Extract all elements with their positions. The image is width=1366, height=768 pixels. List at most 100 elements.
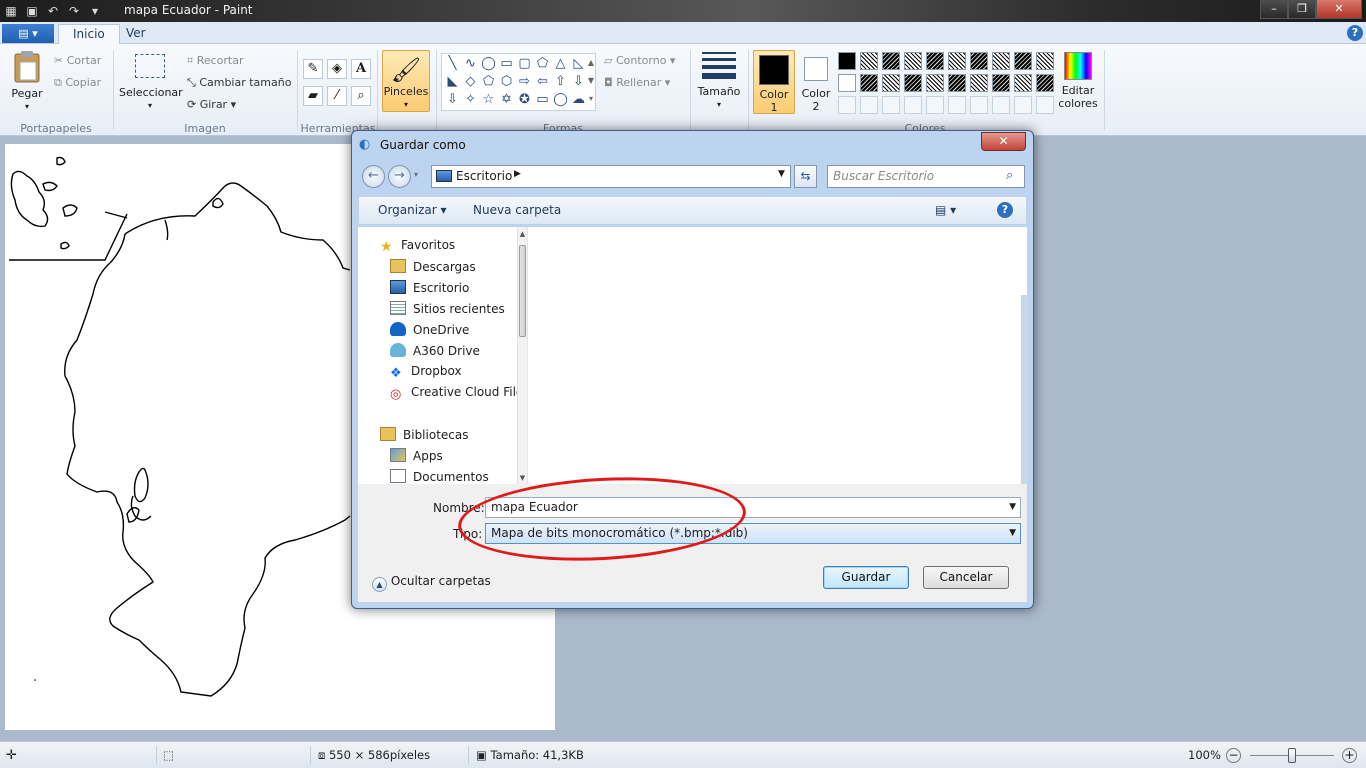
address-dropdown-icon[interactable]: ▼ [778,169,785,179]
copy-label: Copiar [65,76,102,89]
dialog-close-button[interactable]: ✕ [981,132,1026,151]
nav-pane-scrollbar[interactable]: ▲ ▼ [517,227,527,484]
maximize-button[interactable]: ❐ [1288,0,1316,19]
search-icon: ⌕ [1006,168,1014,183]
fill-button[interactable]: ◘ Rellenar ▾ [604,74,670,92]
undo-icon[interactable]: ↶ [44,2,62,20]
pencil-icon[interactable]: ✎ [303,59,323,79]
magnifier-icon[interactable]: ⌕ [351,86,371,106]
paste-label: Pegar [11,87,43,100]
disk-icon: ▣ [476,748,487,762]
text-tool-icon[interactable]: A [351,59,371,79]
clipboard-icon [14,51,40,83]
cut-label: Cortar [66,54,102,67]
zoom-in-button[interactable]: + [1342,748,1357,763]
search-input[interactable]: Buscar Escritorio ⌕ [827,165,1025,188]
fill-bucket-icon[interactable]: ◈ [327,59,347,79]
desktop-icon [436,170,452,182]
tab-inicio[interactable]: Inicio [58,24,120,45]
nav-libraries[interactable]: Bibliotecas [380,427,468,442]
minimize-button[interactable]: – [1260,0,1288,19]
nav-apps-label: Apps [413,449,443,463]
nav-item-apps[interactable]: Apps [390,448,443,463]
organize-label: Organizar [378,203,437,217]
hide-folders-button[interactable]: ▲ Ocultar carpetas [372,574,491,592]
view-options-button[interactable]: ▤ ▾ [935,203,956,217]
resize-button[interactable]: ⤡ Cambiar tamaño [187,74,291,92]
copy-icon: ⧉ [54,76,62,89]
nav-item-desktop[interactable]: Escritorio [390,280,469,295]
refresh-button[interactable]: ⇆ [794,165,817,188]
address-bar[interactable]: Escritorio ▶ ▼ [431,165,791,188]
file-list-edge [1021,295,1028,484]
help-icon[interactable]: ? [1347,25,1363,41]
selection-size-icon: ⬚ [163,748,174,762]
zoom-out-button[interactable]: − [1226,748,1241,763]
nav-item-recent[interactable]: Sitios recientes [390,301,505,316]
cut-button[interactable]: ✂ Cortar [54,52,101,70]
new-folder-button[interactable]: Nueva carpeta [473,203,561,217]
selection-icon [135,54,165,78]
recent-locations-dropdown[interactable]: ▾ [414,170,418,179]
edit-colors-label-2: colores [1058,97,1098,110]
outline-button[interactable]: ▱ Contorno ▾ [604,52,675,70]
group-label-clipboard: Portapapeles [20,122,92,135]
brushes-button[interactable]: 🖌 Pinceles ▾ [382,50,430,112]
nav-item-onedrive[interactable]: OneDrive [390,322,469,337]
dialog-help-icon[interactable]: ? [997,202,1013,218]
ribbon: Pegar ▾ ✂ Cortar ⧉ Copiar Portapapeles S… [0,44,1366,136]
organize-button[interactable]: Organizar ▾ [378,203,447,217]
breadcrumb-arrow-icon[interactable]: ▶ [514,169,521,179]
shapes-gallery[interactable]: ╲ ∿ ◯ ▭ ▢ ⬠ △ ◺ ◣ ◇ ⬠ ⬡ ⇨ ⇦ ⇧ ⇩ ⇩ ✧ ☆ ✡ ✪ ▭ ◯ ☁ [441,53,596,111]
dialog-command-bar: Organizar ▾ Nueva carpeta ▤ ▾ ? [358,196,1027,225]
redo-icon[interactable]: ↷ [65,2,83,20]
dimensions-icon: ⧈ [318,748,326,762]
zoom-slider-thumb[interactable] [1288,748,1296,763]
edit-colors-button[interactable]: Editar colores [1058,52,1098,110]
file-menu-button[interactable]: ▤ ▾ [2,24,54,43]
save-button[interactable]: Guardar [823,566,909,589]
color-picker-icon[interactable]: ⁄ [327,86,347,106]
shapes-scroll[interactable]: ▲ ▼ ▾ [586,54,596,110]
color1-button[interactable]: Color 1 [753,50,795,114]
nav-item-creative-cloud[interactable]: ◎ Creative Cloud Files [390,385,530,402]
forward-button[interactable]: → [388,165,411,188]
resize-icon: ⤡ [187,76,196,89]
nav-favorites[interactable]: ★ Favoritos [380,238,455,255]
crop-button[interactable]: ⌗ Recortar [187,52,244,70]
file-type-dropdown-icon[interactable]: ▼ [1009,524,1016,543]
nav-creative-cloud-label: Creative Cloud Files [411,385,530,399]
nav-item-dropbox[interactable]: ❖ Dropbox [390,364,462,381]
size-button[interactable]: Tamaño ▾ [696,52,742,111]
resize-label: Cambiar tamaño [199,76,292,89]
rotate-button[interactable]: ⟳ Girar ▾ [187,96,236,114]
color2-button[interactable]: Color 2 [798,50,834,114]
nav-onedrive-label: OneDrive [413,323,470,337]
tab-ver[interactable]: Ver [112,24,160,45]
color-palette[interactable] [838,52,1060,116]
paste-button[interactable]: Pegar ▾ [6,50,48,113]
file-name-dropdown-icon[interactable]: ▼ [1009,498,1016,517]
file-list-pane[interactable] [527,227,1028,484]
customize-qat-icon[interactable]: ▾ [86,2,104,20]
file-size-text: Tamaño: 41,3KB [490,748,584,762]
nav-item-a360[interactable]: A360 Drive [390,343,480,358]
nav-scroll-thumb[interactable] [519,245,526,337]
nav-item-downloads[interactable]: Descargas [390,259,476,274]
libraries-folder-icon [380,427,396,441]
eraser-icon[interactable]: ▰ [303,86,323,106]
save-icon[interactable]: ▣ [23,2,41,20]
window-title: mapa Ecuador - Paint [124,3,253,17]
copy-button[interactable]: ⧉ Copiar [54,74,101,92]
color1-label: Color [759,88,789,101]
nav-item-documents[interactable]: Documentos [390,469,489,484]
select-button[interactable]: Seleccionar ▾ [119,54,183,112]
paint-app-icon[interactable]: ▦ [2,2,20,20]
scissors-icon: ✂ [54,54,64,67]
cancel-button[interactable]: Cancelar [923,566,1009,589]
outline-icon: ▱ [604,54,613,67]
back-button[interactable]: ← [362,165,385,188]
color1-number: 1 [770,101,778,114]
color2-label: Color [801,87,831,100]
close-window-button[interactable]: ✕ [1316,0,1362,19]
